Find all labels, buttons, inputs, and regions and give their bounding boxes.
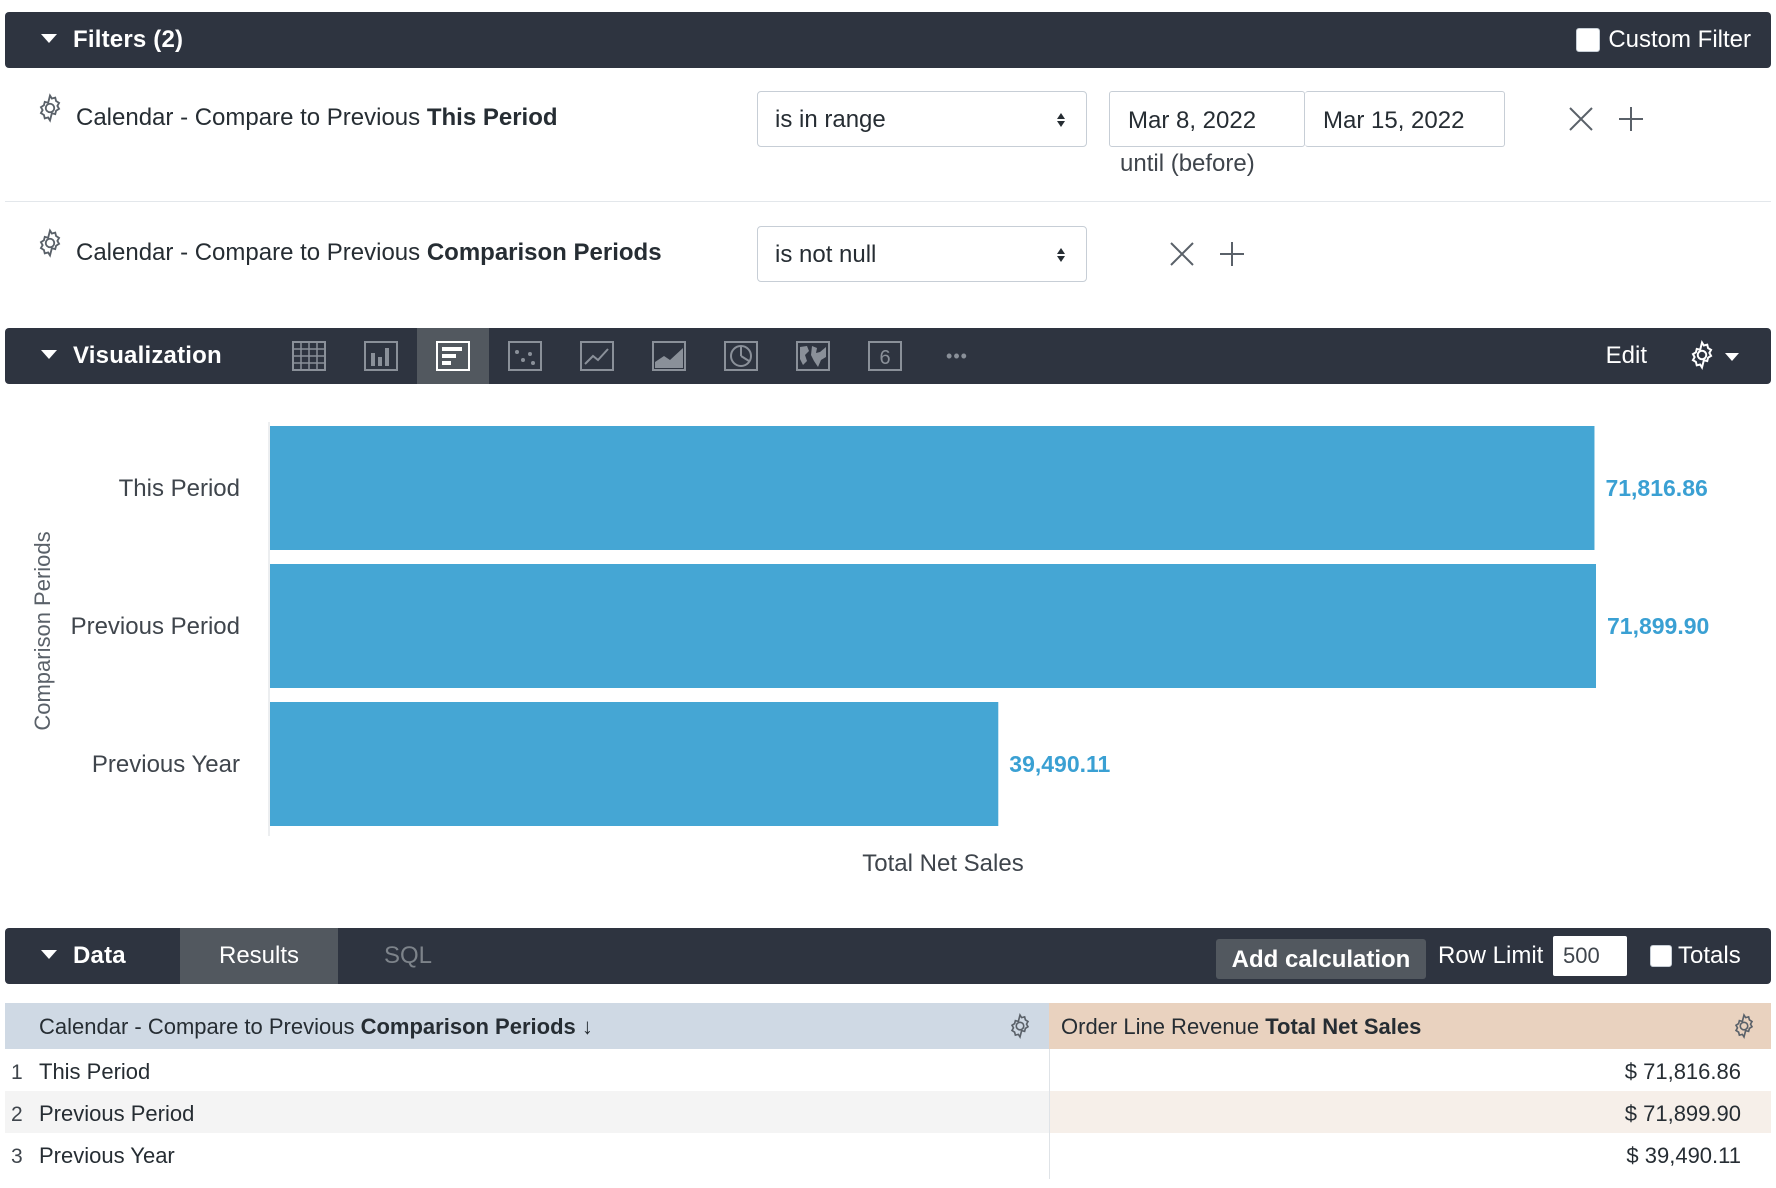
tab-results[interactable]: Results: [180, 928, 338, 984]
collapse-caret-icon[interactable]: [41, 950, 57, 959]
data-title: Data: [73, 942, 126, 969]
row-number: 3: [11, 1145, 23, 1168]
bar[interactable]: [270, 426, 1595, 550]
bar-chart-icon[interactable]: [417, 328, 489, 384]
select-arrows-icon: [1057, 113, 1065, 127]
more-glyph: •••: [946, 345, 968, 366]
filter-field-label[interactable]: Calendar - Compare to Previous Compariso…: [76, 239, 662, 267]
data-label: 71,816.86: [1605, 475, 1707, 501]
table-icon[interactable]: [273, 328, 345, 384]
date-from-input[interactable]: Mar 8, 2022: [1109, 91, 1305, 147]
gear-icon[interactable]: [33, 91, 67, 125]
area-chart-icon[interactable]: [633, 328, 705, 384]
chart-canvas: 71,816.86 This Period 71,899.90 Previous Pe…: [30, 422, 1709, 877]
visualization-title: Visualization: [73, 342, 222, 369]
gear-icon[interactable]: [1685, 338, 1719, 372]
add-calculation-button[interactable]: Add calculation: [1216, 939, 1426, 979]
results-table: Calendar - Compare to Previous Compariso…: [5, 1003, 1771, 1179]
gear-icon[interactable]: [1005, 1011, 1035, 1041]
custom-filter-toggle[interactable]: Custom Filter: [1576, 26, 1751, 54]
table-header: Calendar - Compare to Previous Compariso…: [5, 1003, 1771, 1049]
y-tick-label: Previous Year: [92, 751, 240, 778]
period-cell[interactable]: This Period: [39, 1059, 150, 1085]
totals-checkbox[interactable]: [1650, 945, 1672, 967]
custom-filter-checkbox[interactable]: [1576, 28, 1601, 52]
table-row[interactable]: 3 Previous Year $ 39,490.11: [5, 1133, 1771, 1175]
sales-cell[interactable]: $ 71,816.86: [1625, 1059, 1741, 1085]
pie-chart-icon[interactable]: [705, 328, 777, 384]
y-tick-label: Previous Period: [71, 613, 240, 640]
dimension-header-label: Calendar - Compare to Previous Compariso…: [39, 1014, 593, 1039]
date-to-input[interactable]: Mar 15, 2022: [1305, 91, 1505, 147]
sales-cell-bg: $ 39,490.11: [1049, 1133, 1771, 1175]
period-cell[interactable]: Previous Year: [39, 1143, 175, 1169]
bar[interactable]: [270, 702, 999, 826]
table-row[interactable]: 2 Previous Period $ 71,899.90: [5, 1091, 1771, 1133]
sales-cell[interactable]: $ 39,490.11: [1626, 1143, 1741, 1169]
bar[interactable]: [270, 564, 1596, 688]
gear-icon[interactable]: [1729, 1011, 1759, 1041]
filter-operator-select[interactable]: is in range: [757, 91, 1087, 147]
map-icon[interactable]: [777, 328, 849, 384]
date-from-value: Mar 8, 2022: [1128, 107, 1257, 134]
date-range-hint: until (before): [1120, 150, 1255, 177]
visualization-header[interactable]: Visualization 6 ••• Edit: [5, 328, 1771, 384]
row-limit-input[interactable]: [1553, 936, 1627, 976]
column-chart-icon[interactable]: [345, 328, 417, 384]
measure-column-header[interactable]: Order Line Revenue Total Net Sales: [1049, 1003, 1771, 1049]
totals-toggle[interactable]: Totals: [1650, 942, 1741, 970]
data-label: 39,490.11: [1009, 751, 1110, 777]
remove-filter-icon[interactable]: [1567, 105, 1595, 133]
row-number: 1: [11, 1061, 23, 1084]
chevron-down-icon[interactable]: [1725, 353, 1739, 361]
data-header[interactable]: Data Results SQL Add calculation Row Lim…: [5, 928, 1771, 984]
totals-label: Totals: [1678, 942, 1741, 969]
edit-button[interactable]: Edit: [1606, 342, 1647, 370]
y-axis-title: Comparison Periods: [30, 531, 55, 730]
collapse-caret-icon[interactable]: [41, 34, 57, 43]
sales-cell-bg: $ 71,816.86: [1049, 1049, 1771, 1091]
add-filter-icon[interactable]: [1617, 105, 1645, 133]
filters-header[interactable]: Filters (2) Custom Filter: [5, 12, 1771, 68]
column-divider: [1049, 1049, 1050, 1179]
dimension-column-header[interactable]: Calendar - Compare to Previous Compariso…: [5, 1003, 1049, 1049]
sales-cell-bg: $ 71,899.90: [1049, 1091, 1771, 1133]
row-number: 2: [11, 1103, 23, 1126]
filter-row: Calendar - Compare to Previous This Peri…: [5, 68, 1771, 202]
date-to-value: Mar 15, 2022: [1323, 107, 1465, 134]
sort-arrow-icon: ↓: [581, 1014, 593, 1039]
filters-title: Filters (2): [73, 26, 184, 53]
more-icon[interactable]: •••: [921, 328, 993, 384]
svg-text:6: 6: [879, 347, 890, 369]
data-label: 71,899.90: [1607, 613, 1709, 639]
gear-icon[interactable]: [33, 226, 67, 260]
operator-value: is in range: [775, 106, 886, 133]
scatter-chart-icon[interactable]: [489, 328, 561, 384]
add-filter-icon[interactable]: [1218, 240, 1246, 268]
y-tick-label: This Period: [119, 475, 240, 502]
line-chart-icon[interactable]: [561, 328, 633, 384]
filter-field-label[interactable]: Calendar - Compare to Previous This Peri…: [76, 104, 558, 132]
tab-sql[interactable]: SQL: [338, 928, 478, 984]
filter-row: Calendar - Compare to Previous Compariso…: [5, 202, 1771, 326]
sales-cell[interactable]: $ 71,899.90: [1625, 1101, 1741, 1127]
period-cell[interactable]: Previous Period: [39, 1101, 194, 1127]
operator-value: is not null: [775, 241, 877, 268]
collapse-caret-icon[interactable]: [41, 350, 57, 359]
filter-operator-select[interactable]: is not null: [757, 226, 1087, 282]
select-arrows-icon: [1057, 248, 1065, 262]
row-limit-label: Row Limit: [1438, 942, 1544, 969]
custom-filter-label: Custom Filter: [1608, 26, 1751, 53]
remove-filter-icon[interactable]: [1168, 240, 1196, 268]
table-row[interactable]: 1 This Period $ 71,816.86: [5, 1049, 1771, 1091]
x-axis-title: Total Net Sales: [862, 850, 1023, 877]
bar-chart: 71,816.86 This Period 71,899.90 Previous Pe…: [0, 384, 1776, 884]
measure-header-label: Order Line Revenue Total Net Sales: [1061, 1014, 1422, 1039]
single-value-icon[interactable]: 6: [849, 328, 921, 384]
